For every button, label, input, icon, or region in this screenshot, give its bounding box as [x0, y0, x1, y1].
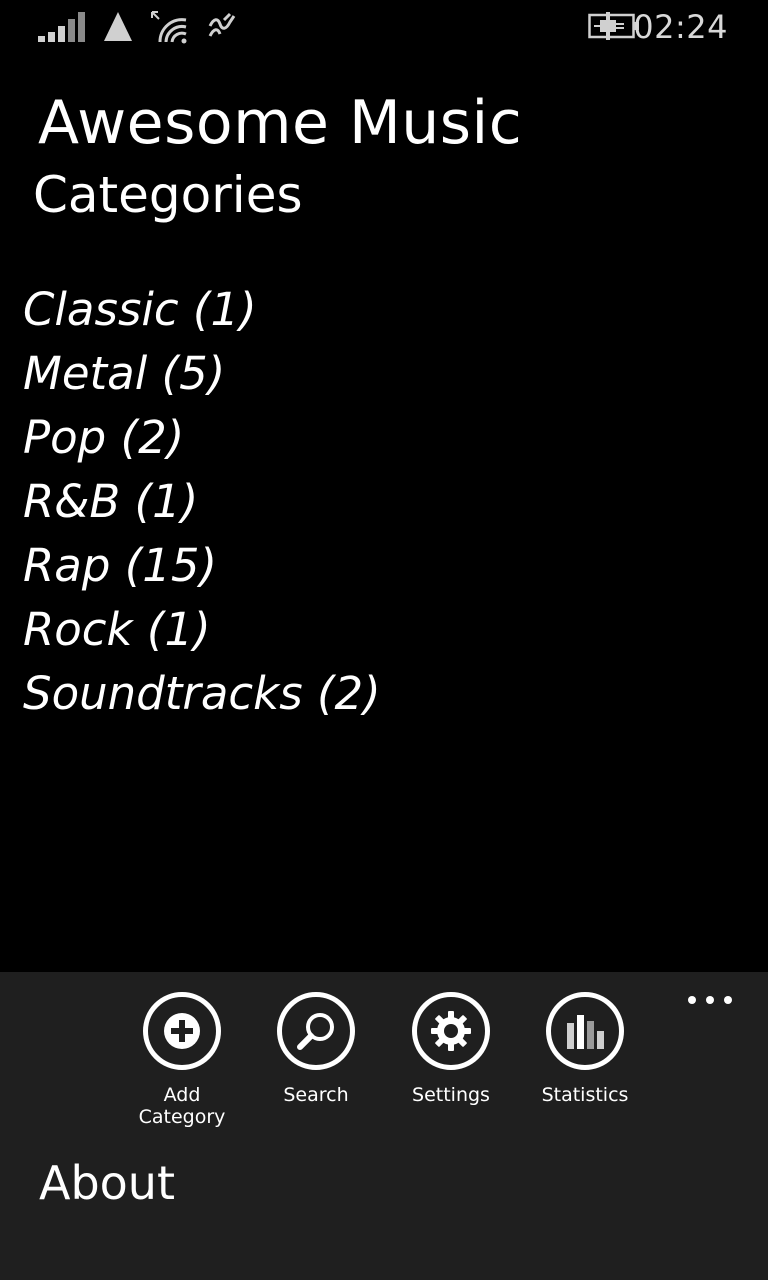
category-item-pop[interactable]: Pop (2)	[23, 406, 743, 470]
more-menu-button[interactable]	[682, 978, 738, 1014]
gear-icon	[412, 992, 490, 1070]
category-item-rnb[interactable]: R&B (1)	[23, 470, 743, 534]
app-bar: Add Category Search Settings Statistics …	[0, 972, 768, 1280]
category-item-soundtracks[interactable]: Soundtracks (2)	[23, 662, 743, 726]
add-category-label: Add Category	[138, 1084, 226, 1128]
signal-strength-icon	[38, 12, 85, 42]
category-list: Classic (1) Metal (5) Pop (2) R&B (1) Ra…	[23, 278, 743, 726]
add-icon	[143, 992, 221, 1070]
ellipsis-icon	[688, 996, 696, 1004]
statistics-label: Statistics	[541, 1084, 629, 1106]
category-item-classic[interactable]: Classic (1)	[23, 278, 743, 342]
add-category-button[interactable]: Add Category	[122, 992, 242, 1128]
search-button[interactable]: Search	[256, 992, 376, 1106]
ellipsis-icon	[724, 996, 732, 1004]
page-title: Categories	[33, 166, 303, 224]
category-item-metal[interactable]: Metal (5)	[23, 342, 743, 406]
battery-charging-icon	[588, 12, 639, 40]
app-title: Awesome Music	[38, 88, 523, 158]
phone-screen: 02:24 Awesome Music Categories Classic (…	[0, 0, 768, 1280]
statistics-button[interactable]: Statistics	[525, 992, 645, 1106]
status-time: 02:24	[633, 8, 728, 46]
search-label: Search	[283, 1084, 349, 1106]
wifi-icon	[151, 11, 187, 44]
menu-item-about[interactable]: About	[39, 1156, 175, 1210]
search-icon	[277, 992, 355, 1070]
category-item-rock[interactable]: Rock (1)	[23, 598, 743, 662]
settings-button[interactable]: Settings	[391, 992, 511, 1106]
ellipsis-icon	[706, 996, 714, 1004]
settings-label: Settings	[412, 1084, 490, 1106]
status-bar: 02:24	[0, 0, 768, 56]
bar-chart-icon	[546, 992, 624, 1070]
category-item-rap[interactable]: Rap (15)	[23, 534, 743, 598]
data-sync-icon	[208, 12, 236, 37]
network-triangle-icon	[104, 12, 132, 41]
